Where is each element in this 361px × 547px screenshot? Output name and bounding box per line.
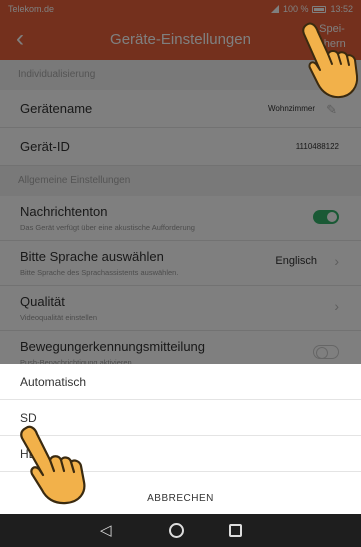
phone-screen: Telekom.de 100 % 13:52 ‹ Geräte-Einstell… <box>0 0 361 547</box>
option-label: Automatisch <box>20 375 87 389</box>
pointing-hand-icon <box>20 425 86 505</box>
option-automatic[interactable]: Automatisch <box>0 364 361 400</box>
pointing-hand-icon <box>302 22 359 99</box>
nav-recent-icon[interactable] <box>229 524 242 537</box>
nav-back-icon[interactable]: ◁ <box>100 521 112 539</box>
nav-home-icon[interactable] <box>169 523 184 538</box>
android-nav-bar: ◁ <box>0 514 361 547</box>
